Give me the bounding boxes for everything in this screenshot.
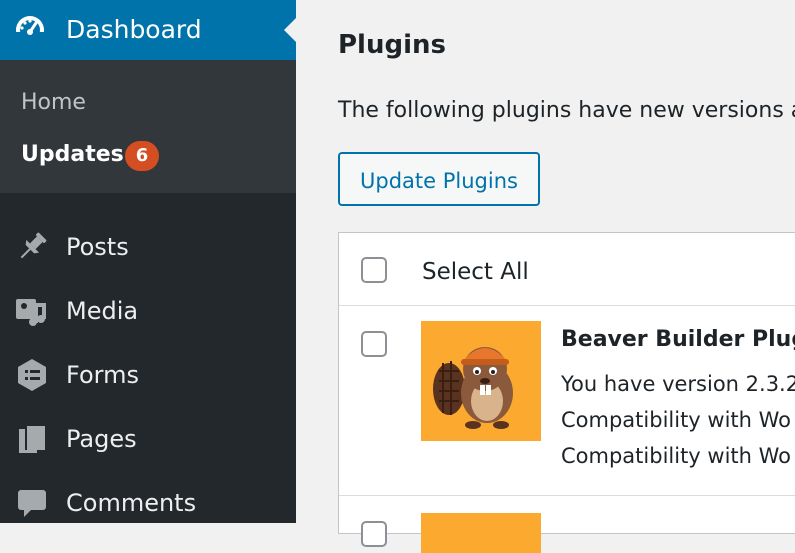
pages-icon xyxy=(19,424,45,453)
submenu-item-updates[interactable]: Updates xyxy=(21,140,124,170)
pushpin-icon xyxy=(20,232,47,259)
plugin-compat-text: Compatibility with Wo xyxy=(561,408,792,432)
sidebar-item-media[interactable]: Media xyxy=(0,283,296,339)
forms-icon xyxy=(18,359,46,391)
sidebar-item-label: Comments xyxy=(66,489,197,517)
dashboard-gauge-icon xyxy=(16,16,44,46)
submenu-item-home[interactable]: Home xyxy=(21,88,86,118)
select-all-label: Select All xyxy=(422,259,529,285)
sidebar-item-label: Posts xyxy=(66,233,129,261)
row-divider xyxy=(339,495,795,496)
sidebar-item-label: Media xyxy=(66,297,139,325)
plugin-version-text: You have version 2.3.2 xyxy=(561,372,795,396)
sidebar-item-pages[interactable]: Pages xyxy=(0,411,296,467)
main-content: Plugins The following plugins have new v… xyxy=(296,0,795,553)
plugin-compat-text: Compatibility with Wo xyxy=(561,444,792,468)
sidebar-item-label: Dashboard xyxy=(66,15,202,44)
table-header: Select All xyxy=(339,233,795,306)
dashboard-submenu: Home Updates 6 xyxy=(0,60,296,193)
sidebar-item-dashboard[interactable]: Dashboard xyxy=(0,0,296,60)
sidebar-item-label: Pages xyxy=(66,425,137,453)
updates-count-badge: 6 xyxy=(125,141,159,171)
plugin-row-checkbox[interactable] xyxy=(361,331,387,357)
intro-text: The following plugins have new versions … xyxy=(338,98,795,123)
plugins-table: Select All Beaver Builder Plugin You hav… xyxy=(338,232,795,553)
beaver-mascot-icon xyxy=(433,347,513,429)
sidebar-item-forms[interactable]: Forms xyxy=(0,347,296,403)
plugin-name: Beaver Builder Plugin xyxy=(561,327,795,352)
page-title: Plugins xyxy=(338,30,446,60)
select-all-checkbox[interactable] xyxy=(361,257,387,283)
plugin-thumbnail xyxy=(421,321,541,441)
comment-bubble-icon xyxy=(18,490,46,517)
update-plugins-button[interactable]: Update Plugins xyxy=(338,152,540,206)
plugin-thumbnail xyxy=(421,513,541,553)
current-menu-arrow xyxy=(284,18,296,42)
sidebar-item-posts[interactable]: Posts xyxy=(0,219,296,275)
admin-sidebar: Dashboard Home Updates 6 Posts Media For… xyxy=(0,0,296,523)
plugin-row-checkbox[interactable] xyxy=(361,521,387,547)
sidebar-item-label: Forms xyxy=(66,361,139,389)
media-icon xyxy=(16,299,46,326)
